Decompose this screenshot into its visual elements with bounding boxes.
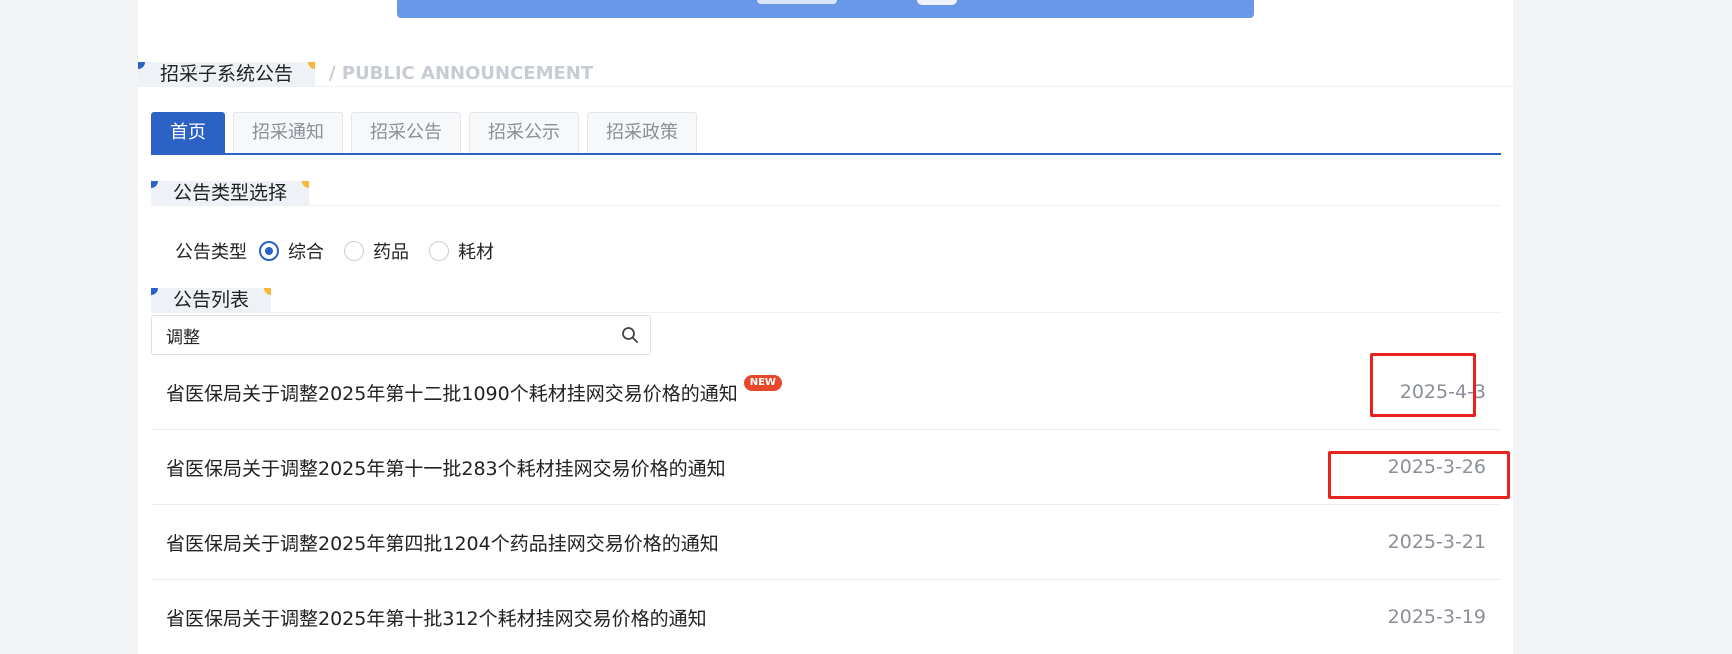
type-filter: 公告类型 综合 药品 耗材 [175,236,514,266]
radio-checked-icon[interactable] [259,241,279,261]
radio-drugs[interactable]: 药品 [344,238,409,264]
list-item[interactable]: 省医保局关于调整2025年第十一批283个耗材挂网交易价格的通知 2025-3-… [151,430,1501,505]
radio-consumables[interactable]: 耗材 [429,238,494,264]
banner-decoration [757,0,837,4]
notice-date: 2025-3-21 [1387,531,1486,553]
section-title: 招采子系统公告 [138,62,316,86]
search-box [151,315,651,355]
notice-title[interactable]: 省医保局关于调整2025年第十二批1090个耗材挂网交易价格的通知 [166,379,738,406]
section-title: 公告列表 [151,288,272,312]
notice-title-wrap: 省医保局关于调整2025年第十批312个耗材挂网交易价格的通知 [166,604,707,631]
notice-title-wrap: 省医保局关于调整2025年第十一批283个耗材挂网交易价格的通知 [166,454,726,481]
notice-title-wrap: 省医保局关于调整2025年第四批1204个药品挂网交易价格的通知 [166,529,719,556]
notice-title-wrap: 省医保局关于调整2025年第十二批1090个耗材挂网交易价格的通知 NEW [166,375,782,406]
search-icon[interactable] [610,316,650,354]
section-title: 公告类型选择 [151,181,310,205]
search-input[interactable] [152,317,610,353]
new-badge: NEW [743,375,782,391]
notice-title[interactable]: 省医保局关于调整2025年第四批1204个药品挂网交易价格的通知 [166,529,719,556]
radio-label: 药品 [373,242,409,263]
section-subtitle: / PUBLIC ANNOUNCEMENT [329,63,594,84]
type-filter-label: 公告类型 [175,242,247,263]
list-section-header: 公告列表 [151,287,1501,313]
banner-decoration [917,0,957,5]
list-item[interactable]: 省医保局关于调整2025年第十二批1090个耗材挂网交易价格的通知 NEW 20… [151,355,1501,430]
list-item[interactable]: 省医保局关于调整2025年第十批312个耗材挂网交易价格的通知 2025-3-1… [151,580,1501,654]
radio-unchecked-icon[interactable] [429,241,449,261]
tab-home[interactable]: 首页 [151,112,225,153]
notice-list: 省医保局关于调整2025年第十二批1090个耗材挂网交易价格的通知 NEW 20… [151,355,1501,654]
annotation-box [1370,353,1476,417]
type-section-header: 公告类型选择 [151,180,1501,206]
annotation-box [1328,451,1510,499]
notice-title[interactable]: 省医保局关于调整2025年第十批312个耗材挂网交易价格的通知 [166,604,707,631]
tab-policy[interactable]: 招采政策 [587,112,697,153]
notice-date: 2025-3-19 [1387,606,1486,628]
tab-publicity[interactable]: 招采公示 [469,112,579,153]
list-item[interactable]: 省医保局关于调整2025年第四批1204个药品挂网交易价格的通知 2025-3-… [151,505,1501,580]
radio-label: 耗材 [458,242,494,263]
notice-title[interactable]: 省医保局关于调整2025年第十一批283个耗材挂网交易价格的通知 [166,454,726,481]
radio-comprehensive[interactable]: 综合 [259,238,324,264]
radio-unchecked-icon[interactable] [344,241,364,261]
announcement-section-header: 招采子系统公告 / PUBLIC ANNOUNCEMENT [138,61,1513,87]
radio-label: 综合 [288,242,324,263]
tab-bar: 首页 招采通知 招采公告 招采公示 招采政策 [151,112,1501,155]
banner[interactable] [397,0,1254,18]
tab-announcement[interactable]: 招采公告 [351,112,461,153]
tab-notice[interactable]: 招采通知 [233,112,343,153]
page-content: 招采子系统公告 / PUBLIC ANNOUNCEMENT 首页 招采通知 招采… [138,0,1513,654]
